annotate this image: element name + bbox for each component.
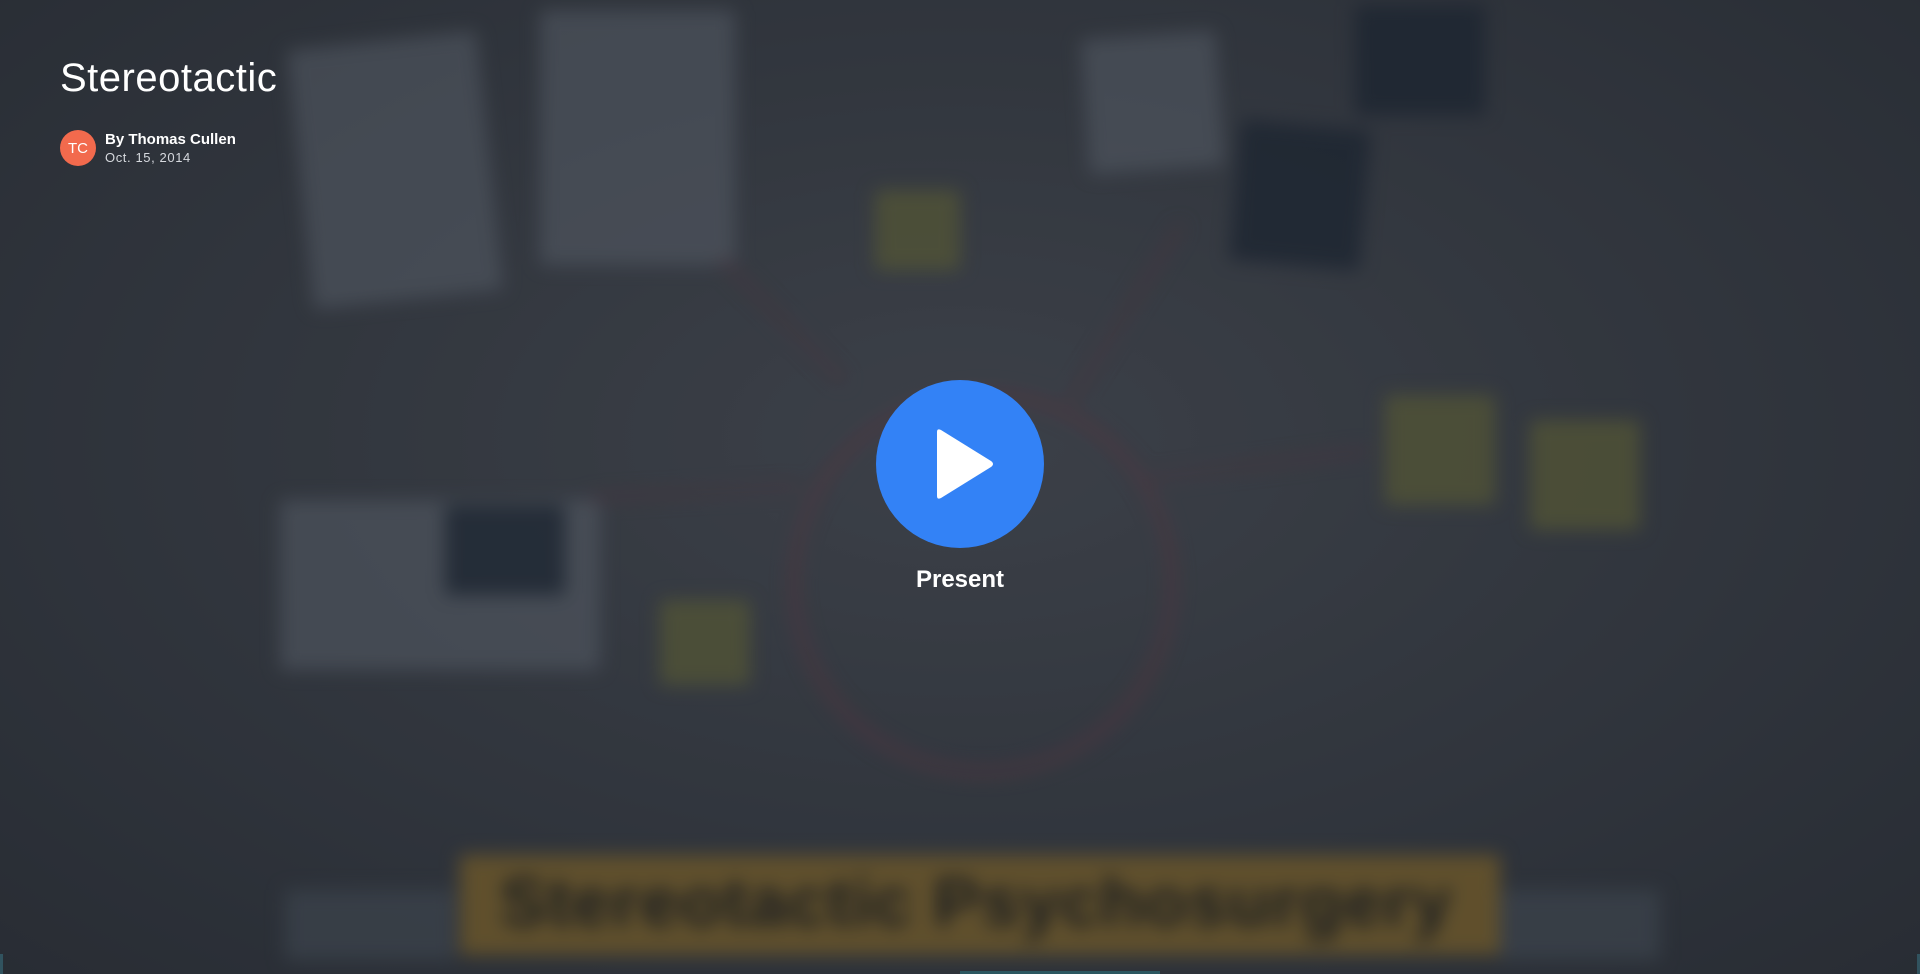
avatar[interactable]: TC bbox=[60, 130, 96, 166]
play-icon bbox=[937, 429, 993, 499]
present-label[interactable]: Present bbox=[916, 566, 1004, 594]
presentation-title: Stereotactic bbox=[60, 56, 278, 100]
publish-date: Oct. 15, 2014 bbox=[105, 149, 191, 165]
author-meta: By Thomas Cullen Oct. 15, 2014 bbox=[105, 131, 236, 166]
author-info: TC By Thomas Cullen Oct. 15, 2014 bbox=[60, 130, 236, 166]
corner-marker-right bbox=[1903, 954, 1920, 974]
presentation-stage: Stereotactic Psychosurgery Stereotactic … bbox=[0, 0, 1920, 974]
corner-marker-left bbox=[0, 954, 17, 974]
present-button[interactable]: Present bbox=[876, 380, 1044, 594]
author-name[interactable]: By Thomas Cullen bbox=[105, 131, 236, 149]
play-button[interactable] bbox=[876, 380, 1044, 548]
